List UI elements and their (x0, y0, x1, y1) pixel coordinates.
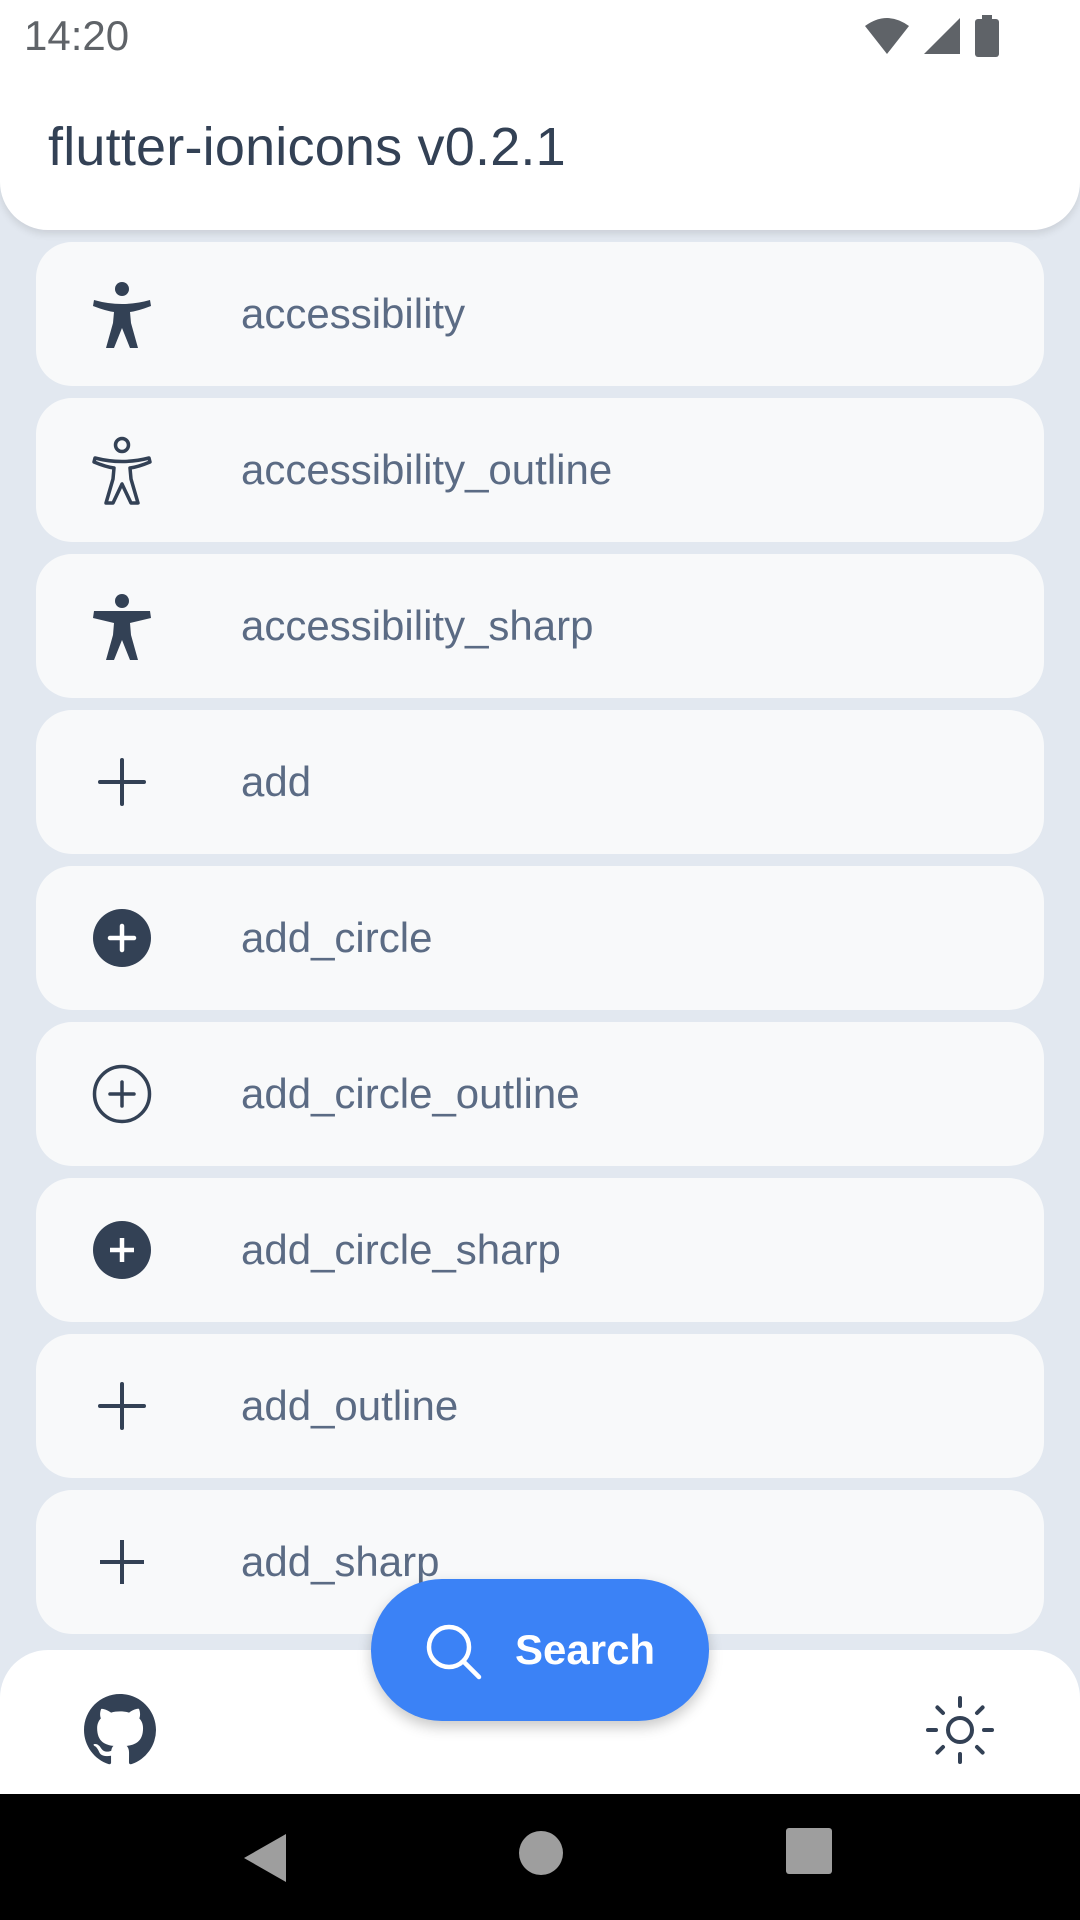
add-outline-icon (86, 1370, 158, 1442)
home-icon[interactable] (518, 1830, 564, 1876)
list-item-label: add_outline (241, 1382, 459, 1429)
list-item[interactable]: add_circle_outline (36, 1022, 1044, 1166)
list-item-label: accessibility_sharp (241, 602, 594, 649)
cellular-signal-icon (924, 18, 960, 54)
list-item-label: add_circle (241, 914, 433, 961)
add-sharp-icon (86, 1526, 158, 1598)
list-item-label: accessibility (241, 290, 466, 337)
icon-list[interactable]: accessibility accessibility_outline acce… (36, 242, 1044, 1646)
add-icon (86, 746, 158, 818)
accessibility-outline-icon (86, 434, 158, 506)
list-item[interactable]: accessibility_sharp (36, 554, 1044, 698)
list-item[interactable]: add_outline (36, 1334, 1044, 1478)
list-item-label: add_circle_sharp (241, 1226, 561, 1273)
search-button-label: Search (515, 1626, 656, 1673)
github-icon[interactable] (84, 1694, 156, 1766)
recents-icon[interactable] (786, 1828, 832, 1874)
battery-icon (975, 15, 999, 57)
list-item[interactable]: accessibility (36, 242, 1044, 386)
list-item[interactable]: accessibility_outline (36, 398, 1044, 542)
list-item-label: accessibility_outline (241, 446, 613, 493)
sun-icon[interactable] (922, 1692, 998, 1768)
status-bar: 14:20 (0, 0, 1080, 74)
app-bar: flutter-ionicons v0.2.1 (0, 74, 1080, 230)
add-circle-outline-icon (86, 1058, 158, 1130)
accessibility-sharp-icon (86, 590, 158, 662)
add-circle-icon (86, 902, 158, 974)
search-icon (426, 1624, 482, 1680)
list-item[interactable]: add (36, 710, 1044, 854)
back-icon[interactable] (240, 1830, 292, 1886)
system-navigation-bar (0, 1794, 1080, 1920)
add-circle-sharp-icon (86, 1214, 158, 1286)
list-item-label: add (241, 758, 312, 805)
list-item[interactable]: add_circle_sharp (36, 1178, 1044, 1322)
list-item-label: add_sharp (241, 1538, 440, 1585)
page-title: flutter-ionicons v0.2.1 (48, 117, 566, 177)
status-time: 14:20 (24, 12, 130, 59)
accessibility-icon (86, 278, 158, 350)
list-item-label: add_circle_outline (241, 1070, 580, 1117)
status-icons (864, 14, 1000, 58)
search-button[interactable]: Search (371, 1579, 709, 1721)
list-item[interactable]: add_circle (36, 866, 1044, 1010)
wifi-icon (865, 18, 909, 54)
